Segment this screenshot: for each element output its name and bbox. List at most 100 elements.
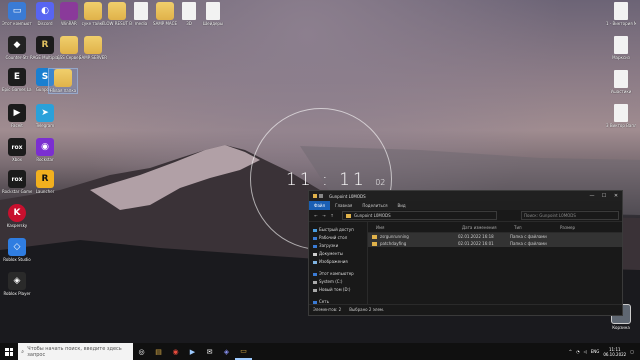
- taskbar-search-placeholder: Чтобы начать поиск, введите здесь запрос: [27, 345, 122, 358]
- desktop-icon[interactable]: Шейдеры: [198, 2, 228, 26]
- navigation-pane: Быстрый доступ Рабочий стол Загрузки Док…: [309, 222, 368, 304]
- nav-item-pictures[interactable]: Изображения: [309, 258, 367, 266]
- forward-arrow-icon[interactable]: →: [320, 213, 328, 218]
- download-icon: [313, 244, 317, 248]
- file-list-header: Имя Дата изменения Тип Размер: [368, 222, 622, 233]
- volume-icon[interactable]: ◁: [584, 349, 587, 354]
- nav-label: Документы: [319, 251, 343, 256]
- tab-file[interactable]: Файл: [309, 201, 331, 210]
- nav-item-downloads[interactable]: Загрузки: [309, 242, 367, 250]
- desktop-icon[interactable]: ▶ Faceit: [2, 104, 32, 128]
- counter-strike-icon: ◆: [8, 36, 26, 54]
- tray-chevron-icon[interactable]: ^: [569, 349, 572, 354]
- nav-item-network[interactable]: Сеть: [309, 298, 367, 306]
- file-icon: [614, 36, 628, 54]
- desktop-icon-label: Launcher: [35, 189, 55, 194]
- column-name[interactable]: Имя: [376, 225, 462, 230]
- nav-label: Изображения: [319, 259, 348, 264]
- file-row[interactable]: patchdayfing 02.01.2022 16:01 Папка с фа…: [368, 240, 622, 247]
- drive-icon: [313, 288, 317, 292]
- desktop: ▭Этот компьютер ◐Discord ◆Counter-Str RR…: [0, 0, 640, 343]
- save-icon[interactable]: [319, 194, 323, 198]
- desktop-icon[interactable]: SAMP SERVER: [78, 36, 108, 60]
- address-bar[interactable]: Gunpoint L0MODS: [342, 211, 497, 220]
- star-icon: [313, 228, 317, 232]
- desktop-icon-label: Telegram: [35, 123, 55, 128]
- file-type: Папка с файлами: [510, 241, 547, 246]
- taskbar-app-explorer-icon[interactable]: ▤: [150, 343, 167, 360]
- column-type[interactable]: Тип: [514, 225, 560, 230]
- taskbar-app-steam-icon[interactable]: ▶: [184, 343, 201, 360]
- xbox-icon: rox: [8, 138, 26, 156]
- desktop-icon[interactable]: ▭Этот компьютер: [2, 2, 32, 26]
- desktop-icon[interactable]: EEpic Games Launcher: [2, 68, 32, 92]
- nav-item-quick-access[interactable]: Быстрый доступ: [309, 226, 367, 234]
- taskbar-app-explorer-active-icon[interactable]: ▭: [235, 343, 252, 360]
- search-input[interactable]: Поиск: Gunpoint L0MODS: [521, 211, 619, 220]
- folder-icon: [54, 69, 72, 87]
- taskbar-app-discord-icon[interactable]: ◈: [218, 343, 235, 360]
- desktop-icon[interactable]: K Kaspersky: [2, 204, 32, 228]
- minimize-button[interactable]: —: [586, 193, 598, 199]
- column-date[interactable]: Дата изменения: [462, 225, 514, 230]
- file-date: 02.01.2022 16:18: [458, 234, 494, 239]
- tab-home[interactable]: Главная: [330, 203, 357, 208]
- explorer-body: Быстрый доступ Рабочий стол Загрузки Док…: [309, 222, 622, 304]
- nav-label: Быстрый доступ: [319, 227, 354, 232]
- network-icon[interactable]: ◔: [576, 349, 580, 354]
- nav-item-drive-c[interactable]: System (C:): [309, 278, 367, 286]
- tab-view[interactable]: Вид: [392, 203, 410, 208]
- windows-logo-icon: [5, 347, 13, 356]
- desktop-icon-label: 3 Виктор Ваплаевц: [606, 123, 636, 128]
- desktop-icon[interactable]: ◆ Counter-Str: [2, 36, 32, 60]
- desktop-icon[interactable]: ◉ Rockstar: [30, 138, 60, 162]
- desktop-icon[interactable]: Марксиз: [606, 36, 636, 60]
- computer-icon: ▭: [8, 2, 26, 20]
- maximize-button[interactable]: ☐: [598, 193, 610, 199]
- desktop-icon-label: Faceit: [11, 123, 23, 128]
- desktop-icon[interactable]: Ушастики: [606, 70, 636, 94]
- nav-item-desktop[interactable]: Рабочий стол: [309, 234, 367, 242]
- nav-item-this-pc[interactable]: Этот компьютер: [309, 270, 367, 278]
- desktop-icon[interactable]: ◇ Roblox Studio: [2, 238, 32, 262]
- file-name: patchdayfing: [380, 241, 407, 246]
- file-date: 02.01.2022 16:01: [458, 241, 494, 246]
- desktop-icon[interactable]: rox Xbox: [2, 138, 32, 162]
- explorer-title-bar[interactable]: Gunpoint L0MODS — ☐ ✕: [309, 191, 622, 201]
- taskbar-search-input[interactable]: ⌕ Чтобы начать поиск, введите здесь запр…: [18, 343, 133, 360]
- language-indicator[interactable]: ENG: [591, 349, 600, 354]
- tray-clock[interactable]: 11:11 06.10.2022: [603, 347, 626, 357]
- nav-item-drive-d[interactable]: Новый том (D:): [309, 286, 367, 294]
- taskbar-app-chrome-icon[interactable]: ◉: [167, 343, 184, 360]
- file-row[interactable]: zsrgunrunning 02.01.2022 16:18 Папка с ф…: [368, 233, 622, 240]
- desktop-icon[interactable]: R Launcher: [30, 170, 60, 194]
- picture-icon: [313, 260, 317, 264]
- clock-seconds: 02: [375, 178, 386, 187]
- desktop-icon[interactable]: rox Rockstar Games: [2, 170, 32, 194]
- desktop-icon[interactable]: ◈ Roblox Player: [2, 272, 32, 296]
- up-arrow-icon[interactable]: ↑: [328, 213, 336, 218]
- epic-games-icon: E: [8, 68, 26, 86]
- desktop-icon-selected[interactable]: Новая папка: [48, 68, 78, 94]
- tab-share[interactable]: Поделиться: [357, 203, 392, 208]
- nav-item-documents[interactable]: Документы: [309, 250, 367, 258]
- desktop-icon[interactable]: 3 Виктор Ваплаевц: [606, 104, 636, 128]
- launcher-icon: R: [36, 170, 54, 188]
- start-button[interactable]: [0, 343, 18, 360]
- folder-icon: [372, 241, 377, 246]
- close-button[interactable]: ✕: [610, 193, 622, 199]
- desktop-icon-label: Xbox: [12, 157, 22, 162]
- faceit-icon: ▶: [8, 104, 26, 122]
- taskbar-app-mail-icon[interactable]: ✉: [201, 343, 218, 360]
- task-view-icon[interactable]: ◎: [133, 343, 150, 360]
- desktop-icon[interactable]: 1 - Виктория Марупика: [606, 2, 636, 26]
- notifications-icon[interactable]: ▢: [630, 349, 634, 354]
- file-explorer-window[interactable]: Gunpoint L0MODS — ☐ ✕ Файл Главная Подел…: [308, 190, 623, 316]
- folder-icon: [372, 234, 377, 239]
- file-type: Папка с файлами: [510, 234, 547, 239]
- status-item-count: Элементов: 2: [313, 307, 342, 312]
- column-size[interactable]: Размер: [560, 225, 580, 230]
- back-arrow-icon[interactable]: ←: [312, 213, 320, 218]
- desktop-icon-label: Корзина: [612, 325, 630, 330]
- desktop-icon[interactable]: ➤ Telegram: [30, 104, 60, 128]
